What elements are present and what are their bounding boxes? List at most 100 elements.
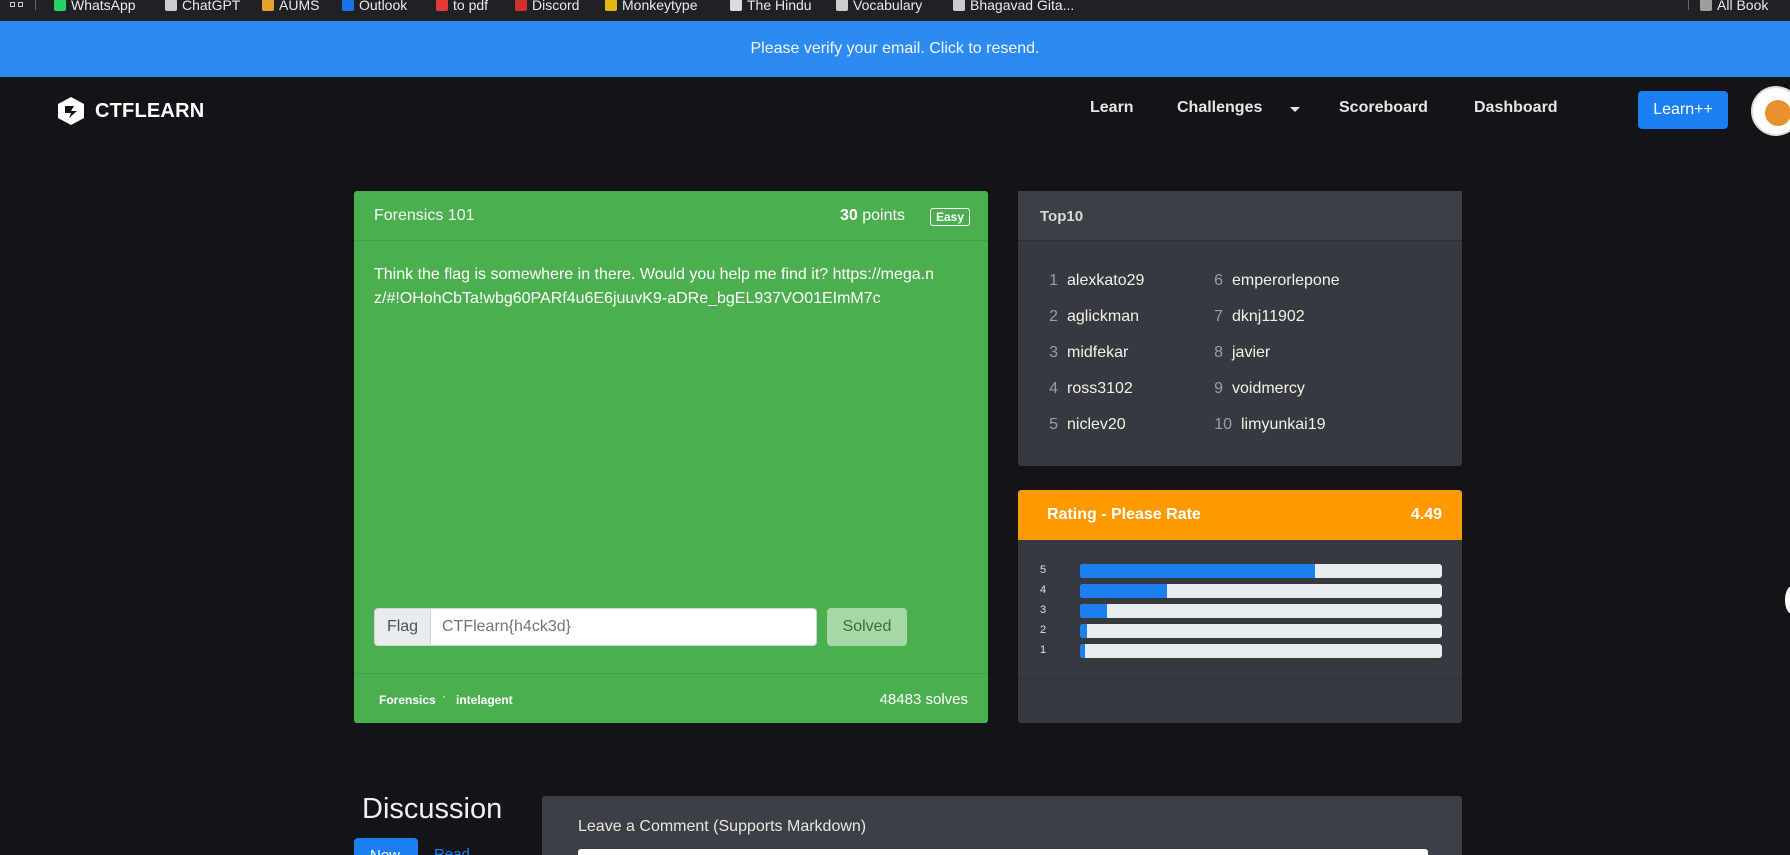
rating-bar-track [1080,624,1442,638]
bookmark-item[interactable]: Outlook [342,0,407,13]
solved-button[interactable]: Solved [827,608,907,646]
nav-learn[interactable]: Learn [1090,99,1134,117]
rating-bar-row[interactable]: 3 [1040,604,1442,618]
leaderboard-entry[interactable]: 6 emperorlepone [1194,272,1340,290]
top10-title: Top10 [1040,208,1084,225]
rating-bar-row[interactable]: 1 [1040,644,1442,658]
rating-score: 4.49 [1410,506,1442,523]
challenge-card: Forensics 101 30 points Easy Think the f… [354,191,988,723]
verify-email-banner[interactable]: Please verify your email. Click to resen… [0,21,1790,77]
sort-read-button[interactable]: Read [434,846,470,855]
leaderboard-rank: 5 [1049,416,1058,433]
bookmark-item[interactable]: WhatsApp [54,0,136,13]
bookmark-item[interactable]: to pdf [436,0,488,13]
challenge-footer: Forensics · intelagent 48483 solves [354,673,988,723]
outlook-icon [342,0,354,11]
leaderboard-username[interactable]: alexkato29 [1067,272,1144,290]
leaderboard-username[interactable]: midfekar [1067,344,1128,362]
nav-dashboard[interactable]: Dashboard [1474,99,1558,117]
comment-textarea[interactable] [578,849,1428,855]
leaderboard-username[interactable]: niclev20 [1067,416,1126,434]
pdf-icon [436,0,448,11]
flag-input[interactable] [431,608,817,646]
rating-bar-track [1080,584,1442,598]
bookmark-item[interactable]: Discord [515,0,579,13]
aums-icon [262,0,274,11]
chevron-down-icon[interactable] [1290,107,1300,112]
leaderboard-username[interactable]: ross3102 [1067,380,1133,398]
leaderboard-entry[interactable]: 8 javier [1194,344,1270,362]
leaderboard-rank: 10 [1214,416,1232,433]
leaderboard-rank: 7 [1214,308,1223,325]
leaderboard-entry[interactable]: 5 niclev20 [1018,416,1126,434]
brand-name: CTFLEARN [95,99,205,122]
leaderboard-username[interactable]: emperorlepone [1232,272,1340,290]
flag-input-group: Flag [374,608,817,646]
leaderboard-username[interactable]: aglickman [1067,308,1139,326]
leaderboard-entry[interactable]: 1 alexkato29 [1018,272,1144,290]
bookmark-label: to pdf [453,0,489,13]
nav-challenges[interactable]: Challenges [1177,99,1262,117]
rating-bar-track [1080,564,1442,578]
rating-bar-fill [1080,564,1316,578]
whatsapp-icon [54,0,66,11]
leaderboard-entry[interactable]: 7 dknj11902 [1194,308,1305,326]
rating-bar-track [1080,644,1442,658]
leaderboard-username[interactable]: voidmercy [1232,380,1305,398]
leaderboard-entry[interactable]: 3 midfekar [1018,344,1128,362]
brand-logo[interactable]: CTFLEARN [56,96,204,126]
nav-scoreboard[interactable]: Scoreboard [1339,99,1428,117]
rating-card: Rating - Please Rate 4.49 5 4 3 2 1 [1018,490,1462,723]
leaderboard-rank: 2 [1049,308,1058,325]
leaderboard-rank: 1 [1049,272,1058,289]
rating-bar-fill [1080,604,1108,618]
rating-bar-label: 5 [1040,564,1047,576]
rating-title: Rating - Please Rate [1047,506,1201,523]
bookmark-label: ChatGPT [182,0,241,13]
bookmark-item[interactable]: The Hindu [730,0,812,13]
discord-icon [515,0,527,11]
leaderboard-username[interactable]: dknj11902 [1232,308,1305,326]
solve-count: 48483 solves [879,691,968,708]
chatgpt-icon [165,0,177,11]
challenge-title: Forensics 101 [374,207,475,224]
apps-grid-icon[interactable] [10,2,24,10]
leaderboard-username[interactable]: javier [1232,344,1270,362]
comment-card: Leave a Comment (Supports Markdown) [542,796,1462,855]
rating-bar-row[interactable]: 5 [1040,564,1442,578]
bookmark-label: Discord [532,0,580,13]
top10-header: Top10 [1018,191,1462,241]
leaderboard-entry[interactable]: 10 limyunkai19 [1194,416,1325,434]
leaderboard-username[interactable]: limyunkai19 [1241,416,1325,434]
leaderboard-rank: 6 [1214,272,1223,289]
sort-new-button[interactable]: New [354,838,418,855]
rating-bar-row[interactable]: 2 [1040,624,1442,638]
rating-bar-label: 1 [1040,644,1047,656]
top10-card: Top10 1 alexkato29 2 aglickman 3 midfekar 4 ros… [1018,191,1462,466]
folder-icon [1700,0,1712,11]
rating-bar-label: 3 [1040,604,1047,616]
challenge-header: Forensics 101 30 points Easy [354,191,988,241]
category-tag[interactable]: Forensics [379,693,436,707]
user-avatar[interactable] [1751,86,1790,136]
leaderboard-entry[interactable]: 9 voidmercy [1194,380,1305,398]
bookmark-item[interactable]: ChatGPT [165,0,240,13]
bookmark-item[interactable]: Bhagavad Gita... [953,0,1074,13]
bookmark-item[interactable]: Monkeytype [605,0,697,13]
tag-separator: · [442,689,446,703]
all-bookmarks[interactable]: All Book [1700,0,1768,13]
bookmark-item[interactable]: Vocabulary [836,0,922,13]
scroll-handle[interactable] [1785,586,1790,614]
leaderboard-entry[interactable]: 2 aglickman [1018,308,1139,326]
challenge-points: 30 points [840,207,905,224]
leaderboard-rank: 3 [1049,344,1058,361]
difficulty-badge: Easy [930,208,971,226]
learn-plus-plus-button[interactable]: Learn++ [1638,91,1728,129]
challenge-description: Think the flag is somewhere in there. Wo… [374,266,934,307]
leaderboard-entry[interactable]: 4 ross3102 [1018,380,1133,398]
rating-bar-row[interactable]: 4 [1040,584,1442,598]
bookmark-label: The Hindu [747,0,812,13]
rating-bar-fill [1080,624,1088,638]
author-tag[interactable]: intelagent [456,693,513,707]
bookmark-item[interactable]: AUMS [262,0,319,13]
